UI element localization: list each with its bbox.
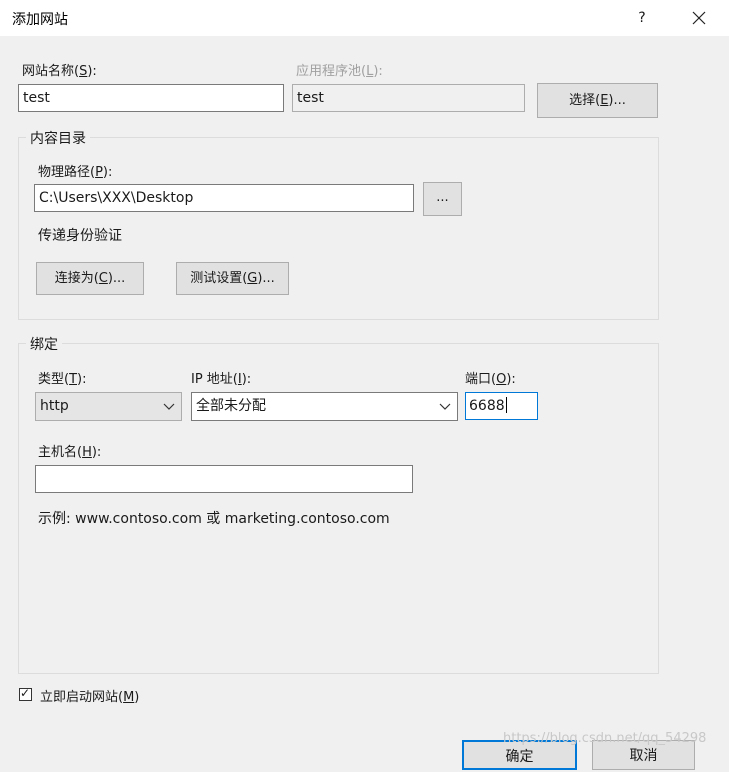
type-select[interactable]: http — [35, 392, 182, 421]
start-immediately-label: 立即启动网站(M) — [40, 690, 140, 705]
ip-address-label: IP 地址(I): — [191, 372, 252, 387]
host-name-label: 主机名(H): — [38, 445, 102, 460]
site-name-label: 网站名称(S): — [22, 64, 97, 79]
title-bar — [0, 0, 729, 36]
help-button[interactable]: ? — [630, 6, 654, 30]
test-settings-button[interactable]: 测试设置(G)... — [176, 262, 289, 295]
text-caret — [505, 397, 507, 413]
site-name-input[interactable]: test — [18, 84, 284, 112]
app-pool-field: test — [292, 84, 525, 112]
connect-as-button[interactable]: 连接为(C)... — [36, 262, 144, 295]
start-immediately-checkbox[interactable]: ✓ — [19, 686, 32, 701]
ip-address-select[interactable]: 全部未分配 — [191, 392, 458, 421]
host-name-input[interactable] — [35, 465, 413, 493]
chevron-down-icon — [439, 393, 451, 420]
type-label: 类型(T): — [38, 372, 87, 387]
host-example-text: 示例: www.contoso.com 或 marketing.contoso.… — [38, 511, 390, 527]
content-directory-title: 内容目录 — [26, 128, 90, 148]
help-icon: ? — [638, 10, 646, 26]
browse-button[interactable]: ... — [423, 182, 462, 216]
select-app-pool-button[interactable]: 选择(E)... — [537, 83, 658, 118]
start-immediately-toggle[interactable]: ✓ 立即启动网站(M) — [18, 686, 168, 705]
port-label: 端口(O): — [465, 372, 516, 387]
pass-auth-label: 传递身份验证 — [38, 228, 122, 244]
watermark: https://blog.csdn.net/qq_54298 — [503, 731, 707, 746]
window-title: 添加网站 — [12, 12, 68, 28]
port-input[interactable]: 6688 — [465, 392, 538, 420]
app-pool-label: 应用程序池(L): — [296, 64, 383, 79]
physical-path-label: 物理路径(P): — [38, 165, 113, 180]
physical-path-input[interactable]: C:\Users\XXX\Desktop — [34, 184, 414, 212]
chevron-down-icon — [163, 393, 175, 420]
check-icon: ✓ — [20, 686, 31, 700]
binding-title: 绑定 — [26, 334, 62, 354]
close-icon — [692, 11, 706, 25]
close-button[interactable] — [684, 6, 714, 30]
